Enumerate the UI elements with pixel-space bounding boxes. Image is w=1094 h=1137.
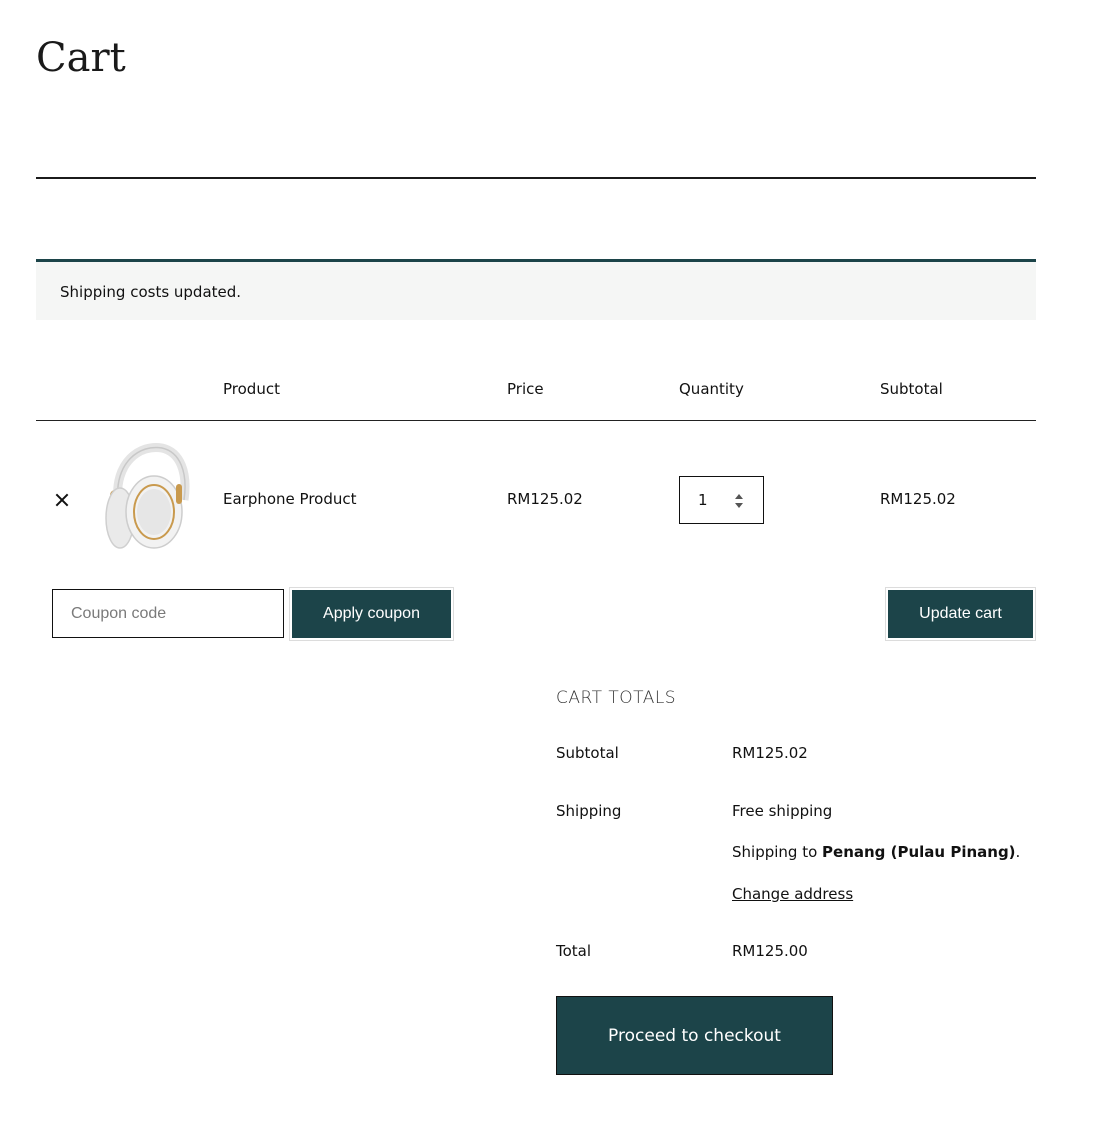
shipping-destination-text: Shipping to Penang (Pulau Pinang). [732, 843, 1020, 861]
shipping-notice: Shipping costs updated. [36, 259, 1036, 320]
total-value: RM125.00 [732, 942, 808, 960]
shipping-to-suffix: . [1015, 843, 1021, 861]
coupon-input[interactable] [52, 589, 284, 638]
spinner-arrows-icon[interactable] [734, 493, 744, 509]
shipping-method: Free shipping [732, 802, 833, 820]
column-header-product: Product [223, 380, 280, 398]
column-header-subtotal: Subtotal [880, 380, 943, 398]
product-price: RM125.02 [507, 490, 583, 508]
title-divider [36, 177, 1036, 179]
cart-totals-heading: CART TOTALS [556, 688, 677, 708]
product-subtotal: RM125.02 [880, 490, 956, 508]
shipping-destination: Penang (Pulau Pinang) [822, 843, 1016, 861]
table-header-divider [36, 420, 1036, 421]
proceed-to-checkout-button[interactable]: Proceed to checkout [556, 996, 833, 1075]
column-header-quantity: Quantity [679, 380, 744, 398]
column-header-price: Price [507, 380, 544, 398]
quantity-value[interactable]: 1 [698, 491, 708, 509]
update-cart-button[interactable]: Update cart [885, 587, 1036, 641]
apply-coupon-button[interactable]: Apply coupon [289, 587, 454, 641]
remove-item-icon[interactable] [52, 490, 72, 510]
product-name-link[interactable]: Earphone Product [223, 490, 357, 508]
quantity-stepper[interactable]: 1 [679, 476, 764, 524]
total-label: Total [556, 942, 592, 960]
headphones-image[interactable] [100, 440, 190, 560]
subtotal-value: RM125.02 [732, 744, 808, 762]
change-address-link[interactable]: Change address [732, 885, 853, 903]
shipping-label: Shipping [556, 802, 622, 820]
shipping-to-prefix: Shipping to [732, 843, 823, 861]
subtotal-label: Subtotal [556, 744, 619, 762]
notice-text: Shipping costs updated. [60, 283, 242, 301]
page-title: Cart [36, 35, 126, 81]
